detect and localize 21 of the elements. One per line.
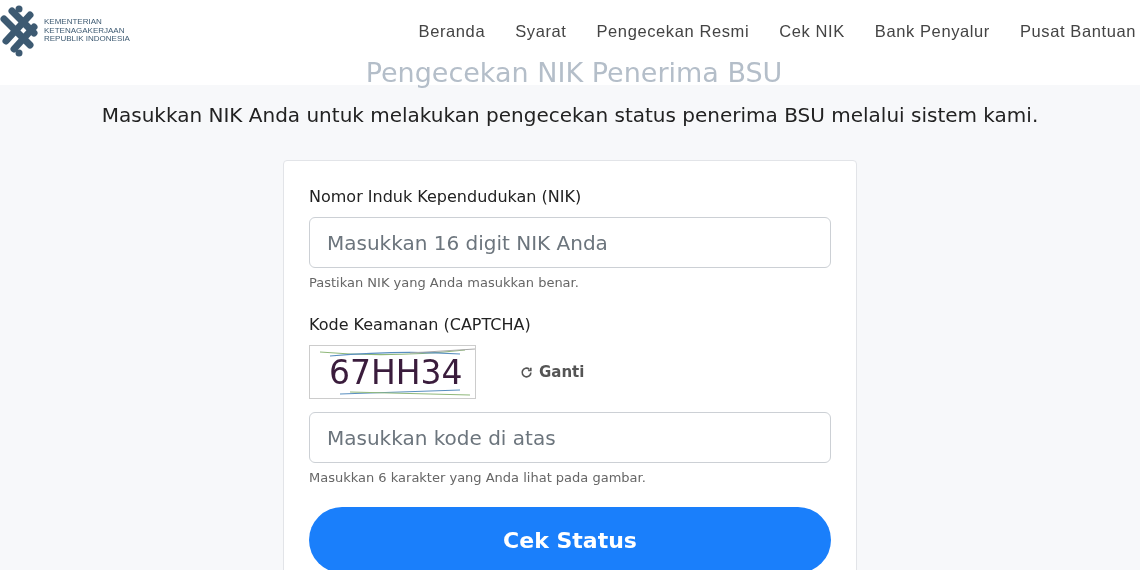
help-text: Pastikan NIK yang Anda masukkan benar.: [309, 275, 580, 290]
logo-text: KEMENTERIAN: [44, 18, 103, 27]
intro-text: Masukkan NIK Anda untuk melakukan pengecekan status penerima BSU melalui sistem kami.: [100, 103, 1040, 127]
nav-link[interactable]: Pusat Bantuan: [1019, 21, 1136, 41]
nav-link[interactable]: Beranda: [418, 21, 486, 41]
submit-button[interactable]: Cek Status: [309, 507, 831, 570]
captcha-input-field[interactable]: Masukkan kode di atas: [309, 412, 831, 463]
field-label: Kode Keamanan (CAPTCHA): [309, 315, 532, 334]
nav-link[interactable]: Bank Penyalur: [874, 21, 990, 41]
logo-text: REPUBLIK INDONESIA: [44, 35, 130, 44]
nav-link[interactable]: Pengecekan Resmi: [596, 21, 750, 41]
nav-link[interactable]: Cek NIK: [779, 21, 845, 41]
captcha-image: 67HH34: [309, 345, 476, 399]
refresh-icon: [520, 365, 533, 379]
refresh-button[interactable]: Ganti: [516, 359, 589, 385]
logo-text: KETENAGAKERJAAN: [44, 26, 126, 36]
nav-link[interactable]: Syarat: [515, 21, 567, 41]
logo-icon: [0, 5, 38, 57]
field-label: Nomor Induk Kependudukan (NIK): [309, 187, 583, 206]
help-text: Masukkan 6 karakter yang Anda lihat pada gambar.: [309, 470, 647, 485]
nik-input-field[interactable]: Masukkan 16 digit NIK Anda: [309, 217, 831, 268]
